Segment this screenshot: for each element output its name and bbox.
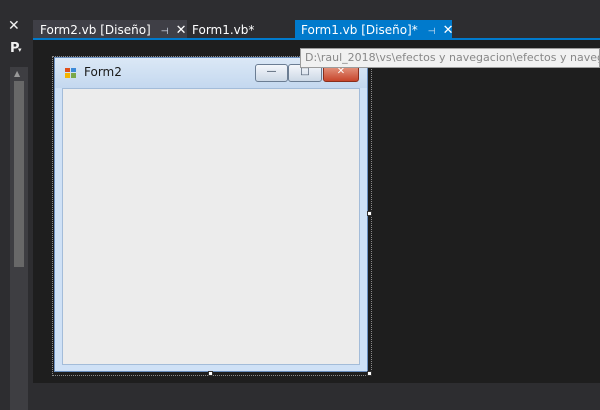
tab-form1-design-active[interactable]: Form1.vb [Diseño]* ⊣ ✕ [295, 20, 454, 40]
vertical-scrollbar[interactable]: ▲ [10, 67, 28, 410]
chevron-down-icon[interactable]: ▾ [18, 46, 22, 54]
close-icon[interactable]: ✕ [8, 19, 20, 33]
close-icon[interactable]: ✕ [176, 23, 187, 38]
form-designer-surface[interactable]: Form2 — □ ✕ [33, 40, 600, 383]
form2-window[interactable]: Form2 — □ ✕ [54, 57, 368, 372]
chevron-up-icon[interactable]: ▲ [14, 69, 20, 78]
tab-label: Form1.vb [Diseño]* [301, 23, 418, 37]
resize-handle-corner[interactable] [367, 371, 372, 376]
pin-icon[interactable]: ⊣ [428, 27, 436, 37]
tab-form2-design[interactable]: Form2.vb [Diseño] ⊣ ✕ [33, 20, 187, 40]
resize-handle-right[interactable] [367, 211, 372, 216]
tab-form1-code[interactable]: Form1.vb* [187, 20, 262, 40]
pin-icon[interactable]: ⊣ [161, 27, 169, 37]
toolbox-strip: P ▾ ▲ [0, 40, 33, 410]
resize-handle-bottom[interactable] [208, 371, 213, 376]
close-icon[interactable]: ✕ [443, 23, 454, 38]
file-path-tooltip: D:\raul_2018\vs\efectos y navegacion\efe… [300, 48, 600, 68]
document-tab-bar: ✕ Form2.vb [Diseño] ⊣ ✕ Form1.vb* Form1.vb… [0, 0, 600, 40]
form-title: Form2 [84, 65, 122, 79]
scrollbar-thumb[interactable] [14, 81, 24, 267]
minimize-button[interactable]: — [255, 64, 288, 82]
tab-label: Form1.vb* [192, 23, 255, 37]
tab-label: Form2.vb [Diseño] [40, 23, 151, 37]
form-window-icon [65, 68, 76, 78]
form-client-area[interactable] [62, 88, 360, 365]
